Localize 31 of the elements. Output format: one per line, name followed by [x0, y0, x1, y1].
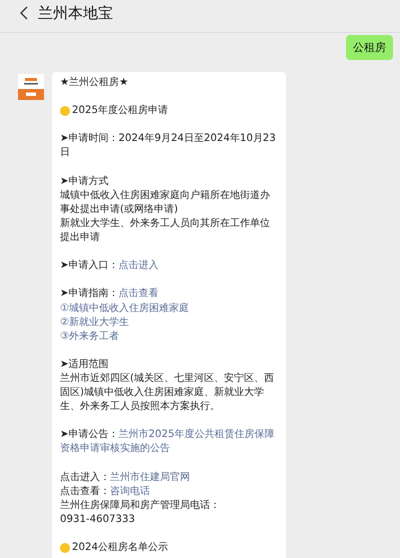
- link[interactable]: 点击查看: [118, 288, 159, 300]
- message-line: ★兰州公租房★: [60, 76, 128, 90]
- message-line: 点击查看：咨询电话: [60, 484, 150, 499]
- dot-icon: [60, 543, 70, 554]
- link[interactable]: ②新就业大学生: [60, 316, 130, 330]
- message-line: ➤申请入口：点击进入: [60, 259, 159, 274]
- link[interactable]: 资格申请审核实施的公告: [60, 442, 170, 457]
- dot-icon: [60, 106, 70, 116]
- message-line: ➤申请方式: [60, 174, 109, 189]
- link[interactable]: 点击进入: [118, 260, 159, 272]
- message-line: ➤适用范围: [60, 358, 109, 372]
- message-line: 0931-4607333: [60, 512, 135, 527]
- link[interactable]: 咨询电话: [110, 486, 150, 497]
- message-line: 兰州市近郊四区(城关区、七里河区、安宁区、西固区)城镇中低收入住房困难家庭、新就业大学生、外来务工人员按照本方案执行。: [60, 372, 275, 414]
- back-icon[interactable]: [20, 6, 28, 20]
- chat-title: 兰州本地宝: [38, 4, 113, 22]
- message-line: 2024公租房名单公示: [72, 541, 168, 556]
- message-line: 兰州住房保障局和房产管理局电话：: [60, 498, 220, 513]
- message-line: 新就业大学生、外来务工人员向其所在工作单位提出申请: [60, 216, 271, 246]
- sent-message: 公租房: [346, 35, 393, 60]
- message-line: 点击进入：兰州市住建局官网: [60, 470, 190, 485]
- link[interactable]: ①城镇中低收入住房困难家庭: [60, 302, 190, 316]
- avatar-logo-icon: [18, 74, 44, 100]
- message-line: ➤申请时间：2024年9月24日至2024年10月23日: [60, 132, 276, 160]
- link[interactable]: 兰州市2025年度公共租赁住房保障: [118, 429, 274, 440]
- link[interactable]: 兰州市住建局官网: [110, 472, 190, 483]
- message-line: ➤申请公告：兰州市2025年度公共租赁住房保障: [60, 428, 274, 442]
- message-line: 城镇中低收入住房困难家庭向户籍所在地街道办事处提出申请(或网络申请): [60, 188, 271, 217]
- message-line: ➤申请指南：点击查看: [60, 287, 159, 302]
- message-line: 2025年度公租房申请: [72, 104, 168, 118]
- link[interactable]: ③外来务工者: [60, 330, 120, 344]
